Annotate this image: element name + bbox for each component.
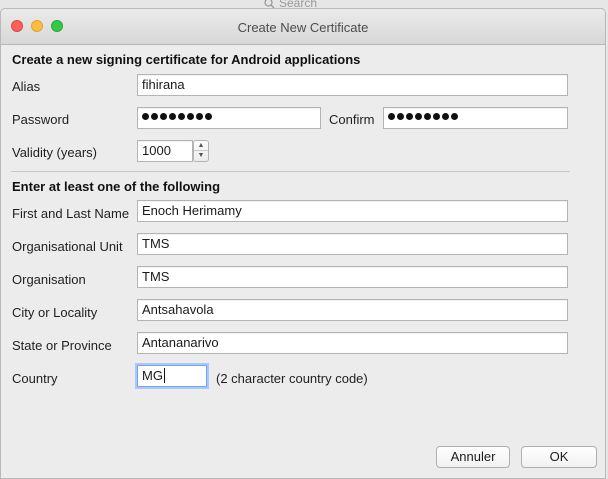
country-hint: (2 character country code) <box>216 371 368 386</box>
validity-label: Validity (years) <box>12 145 98 160</box>
name-label: First and Last Name <box>12 206 130 221</box>
title-bar: Create New Certificate <box>1 9 605 45</box>
state-label: State or Province <box>12 338 112 353</box>
confirm-password-input[interactable] <box>383 107 568 129</box>
window-title: Create New Certificate <box>237 20 369 35</box>
cancel-button[interactable]: Annuler <box>436 446 510 468</box>
password-label: Password <box>12 112 70 127</box>
organisation-input[interactable]: TMS <box>137 266 568 288</box>
ok-button[interactable]: OK <box>521 446 597 468</box>
city-label: City or Locality <box>12 305 98 320</box>
validity-stepper[interactable]: ▲ ▼ <box>193 140 209 162</box>
password-input[interactable] <box>137 107 321 129</box>
text-caret <box>163 368 165 383</box>
search-icon <box>264 0 275 8</box>
details-section-heading: Enter at least one of the following <box>12 179 221 194</box>
state-input[interactable]: Antananarivo <box>137 332 568 354</box>
city-input[interactable]: Antsahavola <box>137 299 568 321</box>
unit-input[interactable]: TMS <box>137 233 568 255</box>
organisation-label: Organisation <box>12 272 86 287</box>
unit-label: Organisational Unit <box>12 239 123 254</box>
country-value: MG <box>142 368 163 383</box>
country-input[interactable]: MG <box>137 365 207 387</box>
chevron-up-icon[interactable]: ▲ <box>194 141 208 151</box>
country-label: Country <box>12 371 58 386</box>
background-search-field: Search <box>0 0 608 8</box>
confirm-label: Confirm <box>329 112 375 127</box>
chevron-down-icon[interactable]: ▼ <box>194 151 208 161</box>
alias-input[interactable]: fihirana <box>137 74 568 96</box>
alias-label: Alias <box>12 79 41 94</box>
search-placeholder: Search <box>279 0 318 8</box>
create-certificate-dialog: Create New Certificate Create a new sign… <box>0 8 606 479</box>
name-input[interactable]: Enoch Herimamy <box>137 200 568 222</box>
signing-section-heading: Create a new signing certificate for And… <box>12 52 361 67</box>
section-divider <box>11 171 570 172</box>
validity-input[interactable]: 1000 <box>137 140 193 162</box>
